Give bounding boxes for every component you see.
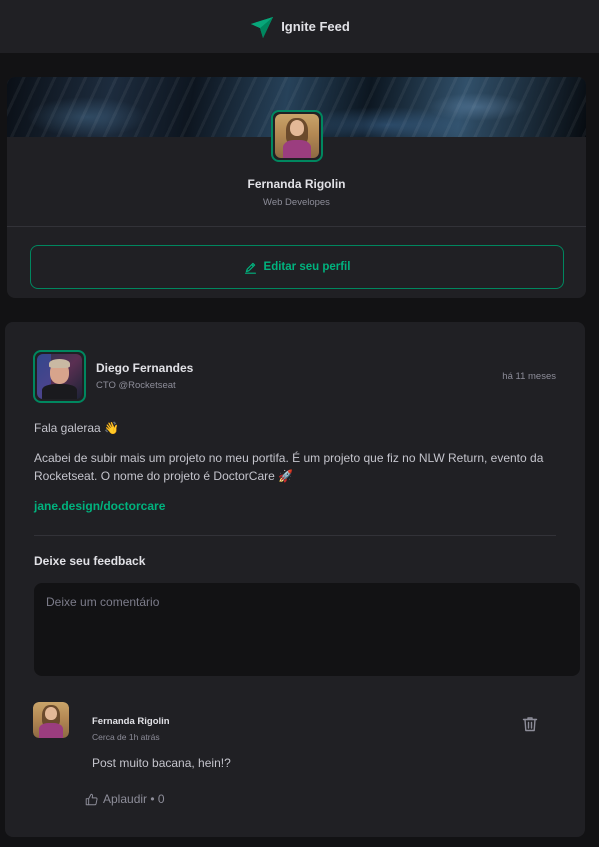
edit-profile-label: Editar seu perfil bbox=[263, 261, 351, 273]
post-timestamp: há 11 meses bbox=[502, 371, 556, 382]
applaud-button[interactable]: Aplaudir • 0 bbox=[85, 792, 165, 806]
profile-role: Web Developes bbox=[263, 197, 330, 208]
post-card: Diego Fernandes CTO @Rocketseat há 11 me… bbox=[5, 322, 585, 837]
trash-icon[interactable] bbox=[521, 715, 539, 733]
applaud-label: Aplaudir • 0 bbox=[103, 792, 165, 806]
paper-plane-logo-icon bbox=[249, 14, 275, 40]
post-body-line-1: Acabei de subir mais um projeto no meu p… bbox=[34, 451, 544, 465]
comment-input[interactable] bbox=[34, 583, 580, 676]
comment-timestamp: Cerca de 1h atrás bbox=[92, 732, 160, 742]
pencil-icon bbox=[244, 262, 256, 274]
brand-title: Ignite Feed bbox=[281, 19, 350, 34]
commenter-avatar[interactable] bbox=[33, 702, 69, 738]
commenter-name: Fernanda Rigolin bbox=[92, 716, 170, 727]
profile-divider bbox=[7, 226, 586, 227]
post-body-line-2: Rocketseat. O nome do projeto é DoctorCa… bbox=[34, 469, 294, 483]
comment-text: Post muito bacana, hein!? bbox=[92, 756, 231, 770]
author-avatar[interactable] bbox=[33, 350, 86, 403]
edit-profile-button[interactable]: Editar seu perfil bbox=[30, 245, 564, 289]
post-greeting: Fala galeraa 👋 bbox=[34, 421, 119, 435]
author-name: Diego Fernandes bbox=[96, 361, 194, 375]
profile-avatar[interactable] bbox=[271, 110, 323, 162]
app-header: Ignite Feed bbox=[0, 0, 599, 53]
post-divider bbox=[34, 535, 556, 536]
profile-card: Fernanda Rigolin Web Developes Editar se… bbox=[7, 77, 586, 298]
thumbs-up-icon bbox=[85, 793, 98, 805]
profile-name: Fernanda Rigolin bbox=[247, 177, 346, 191]
feedback-title: Deixe seu feedback bbox=[34, 554, 146, 568]
author-role: CTO @Rocketseat bbox=[96, 380, 176, 391]
post-link[interactable]: jane.design/doctorcare bbox=[34, 499, 165, 513]
